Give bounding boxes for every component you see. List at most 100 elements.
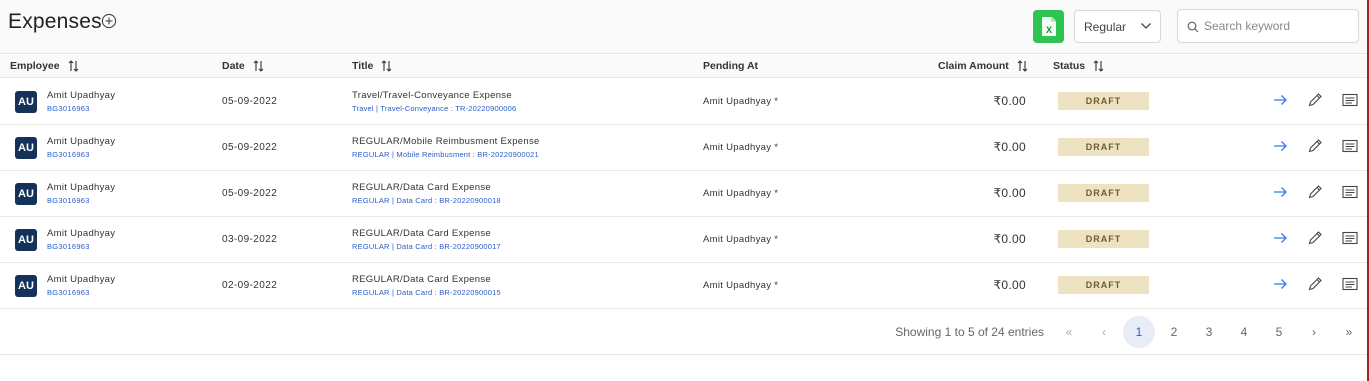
page-button-5[interactable]: 5 <box>1263 316 1295 348</box>
claim-amount: ₹0.00 <box>993 186 1026 200</box>
page-button-2[interactable]: 2 <box>1158 316 1190 348</box>
column-header-date: Date <box>222 60 264 72</box>
first-page-button[interactable]: « <box>1053 316 1085 348</box>
comment-icon[interactable] <box>1341 183 1359 201</box>
status-badge: DRAFT <box>1058 184 1149 202</box>
prev-page-button[interactable]: ‹ <box>1088 316 1120 348</box>
employee-name: Amit Upadhyay <box>47 228 116 239</box>
expense-reference: REGULAR | Mobile Reimbusment : BR-202209… <box>352 150 539 159</box>
avatar: AU <box>15 183 37 205</box>
search-box[interactable] <box>1177 9 1359 43</box>
column-label-status: Status <box>1053 60 1086 72</box>
expense-date: 03-09-2022 <box>222 234 278 245</box>
table-row: AU Amit Upadhyay BG3016963 03-09-2022 RE… <box>0 217 1369 263</box>
employee-id: BG3016963 <box>47 104 90 113</box>
expense-date: 02-09-2022 <box>222 280 278 291</box>
expense-title: REGULAR/Data Card Expense <box>352 228 491 239</box>
expense-type-value: Regular <box>1084 20 1127 34</box>
table-header: Employee Date Title Pending At Claim Amo… <box>0 55 1369 78</box>
column-label-claim-amount: Claim Amount <box>938 60 1009 72</box>
comment-icon[interactable] <box>1341 91 1359 109</box>
arrow-right-icon[interactable] <box>1271 275 1289 293</box>
last-page-button[interactable]: » <box>1333 316 1365 348</box>
expense-reference: REGULAR | Data Card : BR-20220900018 <box>352 196 501 205</box>
page-button-3[interactable]: 3 <box>1193 316 1225 348</box>
status-badge: DRAFT <box>1058 92 1149 110</box>
table-row: AU Amit Upadhyay BG3016963 05-09-2022 RE… <box>0 171 1369 217</box>
comment-icon[interactable] <box>1341 229 1359 247</box>
avatar: AU <box>15 137 37 159</box>
excel-icon: X <box>1042 17 1056 36</box>
expense-reference: Travel | Travel-Conveyance : TR-20220900… <box>352 104 517 113</box>
expense-title: REGULAR/Data Card Expense <box>352 182 491 193</box>
expense-date: 05-09-2022 <box>222 188 278 199</box>
pending-at: Amit Upadhyay * <box>703 188 779 199</box>
employee-name: Amit Upadhyay <box>47 90 116 101</box>
page-button-4[interactable]: 4 <box>1228 316 1260 348</box>
column-header-title: Title <box>352 60 392 72</box>
comment-icon[interactable] <box>1341 137 1359 155</box>
column-header-status: Status <box>1053 60 1104 72</box>
arrow-right-icon[interactable] <box>1271 91 1289 109</box>
avatar: AU <box>15 229 37 251</box>
comment-icon[interactable] <box>1341 275 1359 293</box>
avatar: AU <box>15 91 37 113</box>
arrow-right-icon[interactable] <box>1271 229 1289 247</box>
sort-icon[interactable] <box>381 60 392 72</box>
pencil-icon[interactable] <box>1306 275 1324 293</box>
avatar: AU <box>15 275 37 297</box>
column-label-employee: Employee <box>10 60 60 72</box>
expense-title: Travel/Travel-Conveyance Expense <box>352 90 512 101</box>
sort-icon[interactable] <box>253 60 264 72</box>
pencil-icon[interactable] <box>1306 229 1324 247</box>
table-row: AU Amit Upadhyay BG3016963 02-09-2022 RE… <box>0 263 1369 309</box>
arrow-right-icon[interactable] <box>1271 137 1289 155</box>
expense-title: REGULAR/Mobile Reimbusment Expense <box>352 136 540 147</box>
pending-at: Amit Upadhyay * <box>703 280 779 291</box>
expense-type-select[interactable]: Regular <box>1074 10 1161 43</box>
expense-date: 05-09-2022 <box>222 142 278 153</box>
expense-date: 05-09-2022 <box>222 96 278 107</box>
next-page-button[interactable]: › <box>1298 316 1330 348</box>
status-badge: DRAFT <box>1058 138 1149 156</box>
pending-at: Amit Upadhyay * <box>703 96 779 107</box>
pencil-icon[interactable] <box>1306 91 1324 109</box>
claim-amount: ₹0.00 <box>993 278 1026 292</box>
pencil-icon[interactable] <box>1306 137 1324 155</box>
pending-at: Amit Upadhyay * <box>703 234 779 245</box>
employee-name: Amit Upadhyay <box>47 182 116 193</box>
pencil-icon[interactable] <box>1306 183 1324 201</box>
column-header-employee: Employee <box>10 60 79 72</box>
expense-reference: REGULAR | Data Card : BR-20220900017 <box>352 242 501 251</box>
search-input[interactable] <box>1204 17 1354 35</box>
status-badge: DRAFT <box>1058 230 1149 248</box>
page-button-1[interactable]: 1 <box>1123 316 1155 348</box>
claim-amount: ₹0.00 <box>993 232 1026 246</box>
column-label-title: Title <box>352 60 374 72</box>
expense-reference: REGULAR | Data Card : BR-20220900015 <box>352 288 501 297</box>
employee-name: Amit Upadhyay <box>47 136 116 147</box>
employee-id: BG3016963 <box>47 150 90 159</box>
plus-circle-icon[interactable] <box>101 13 117 29</box>
page-title: Expenses <box>8 10 102 33</box>
table-row: AU Amit Upadhyay BG3016963 05-09-2022 Tr… <box>0 79 1369 125</box>
sort-icon[interactable] <box>1017 60 1028 72</box>
claim-amount: ₹0.00 <box>993 140 1026 154</box>
excel-export-button[interactable]: X <box>1033 10 1064 43</box>
page-header: Expenses X Regular <box>0 0 1369 54</box>
employee-id: BG3016963 <box>47 196 90 205</box>
status-badge: DRAFT <box>1058 276 1149 294</box>
employee-id: BG3016963 <box>47 288 90 297</box>
sort-icon[interactable] <box>1093 60 1104 72</box>
employee-id: BG3016963 <box>47 242 90 251</box>
arrow-right-icon[interactable] <box>1271 183 1289 201</box>
sort-icon[interactable] <box>68 60 79 72</box>
expense-title: REGULAR/Data Card Expense <box>352 274 491 285</box>
table-row: AU Amit Upadhyay BG3016963 05-09-2022 RE… <box>0 125 1369 171</box>
column-label-date: Date <box>222 60 245 72</box>
pagination: Showing 1 to 5 of 24 entries « ‹ 1 2 3 4… <box>0 309 1369 355</box>
excel-label: X <box>1046 25 1052 35</box>
employee-name: Amit Upadhyay <box>47 274 116 285</box>
chevron-down-icon <box>1141 23 1151 29</box>
column-header-claim-amount: Claim Amount <box>938 60 1028 72</box>
